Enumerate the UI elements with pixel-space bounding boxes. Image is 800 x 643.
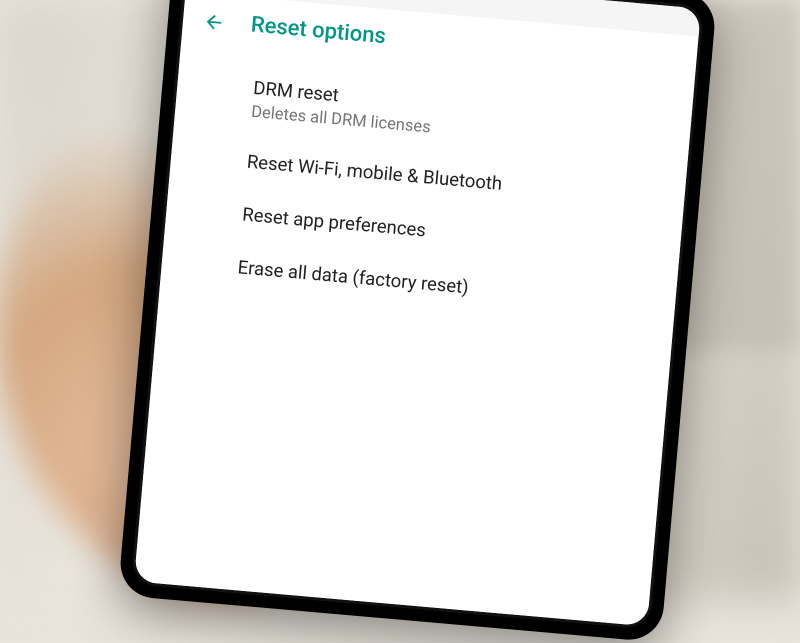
settings-list: DRM reset Deletes all DRM licenses Reset…: [134, 45, 694, 626]
phone-frame: Reset options DRM reset Deletes all DRM …: [118, 0, 718, 643]
back-button[interactable]: [202, 10, 224, 32]
arrow-back-icon: [202, 10, 226, 34]
phone-bezel: Reset options DRM reset Deletes all DRM …: [131, 0, 705, 630]
phone-screen: Reset options DRM reset Deletes all DRM …: [134, 0, 701, 626]
page-title: Reset options: [250, 12, 387, 49]
